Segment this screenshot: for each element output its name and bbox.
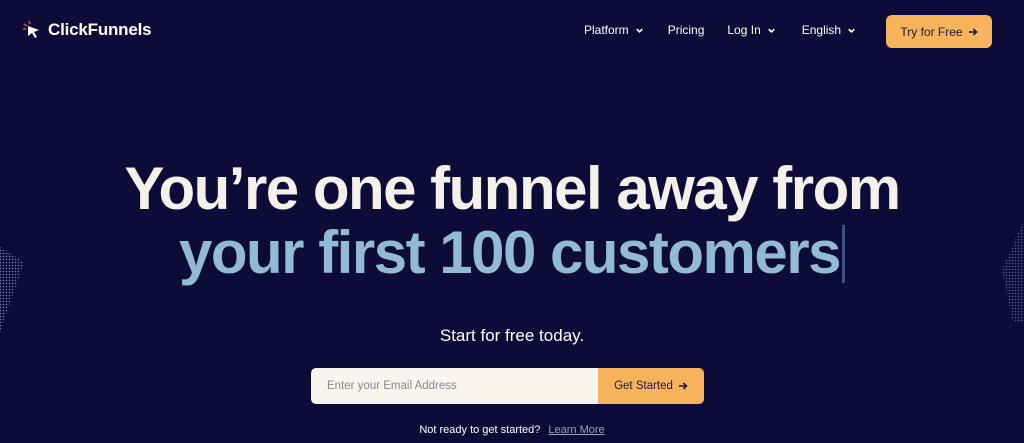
- hero-headline-highlight: your first 100 customers: [0, 222, 1024, 284]
- chevron-down-icon: [635, 28, 643, 33]
- learn-more-link[interactable]: Learn More: [548, 424, 604, 436]
- try-for-free-label: Try for Free: [900, 24, 963, 39]
- nav-item-pricing[interactable]: Pricing: [668, 23, 705, 37]
- hero-subheadline: Start for free today.: [439, 326, 585, 345]
- main-nav: Platform Pricing Log In English: [584, 23, 856, 37]
- typing-cursor: [841, 225, 845, 283]
- chevron-down-icon: [848, 28, 855, 33]
- get-started-button[interactable]: Get Started: [598, 368, 704, 404]
- nav-item-login[interactable]: Log In: [727, 23, 775, 37]
- nav-item-platform[interactable]: Platform: [584, 23, 644, 37]
- chevron-down-icon: [767, 28, 775, 33]
- nav-item-label: Platform: [584, 23, 629, 37]
- brand-name: ClickFunnels: [48, 20, 152, 39]
- email-field[interactable]: [311, 368, 598, 404]
- clickfunnels-logo-icon: [23, 20, 39, 38]
- brand-logo[interactable]: ClickFunnels: [22, 20, 152, 40]
- site-header: ClickFunnels Platform Pricing Log In Eng…: [0, 0, 1024, 62]
- landing-page: ClickFunnels Platform Pricing Log In Eng…: [0, 0, 1024, 443]
- arrow-right-icon: [968, 27, 978, 36]
- try-for-free-button[interactable]: Try for Free: [886, 15, 992, 48]
- email-signup-form: Get Started: [311, 368, 704, 404]
- learn-more-prompt: Not ready to get started? Learn More: [0, 424, 1024, 436]
- nav-item-language[interactable]: English: [802, 23, 856, 37]
- nav-item-label: Log In: [727, 23, 761, 37]
- not-ready-text: Not ready to get started?: [419, 424, 541, 436]
- get-started-label: Get Started: [614, 380, 673, 392]
- hero-headline-highlight-text: your first 100 customers: [179, 219, 841, 286]
- arrow-right-icon: [678, 382, 688, 390]
- nav-item-label: Pricing: [667, 23, 705, 37]
- nav-item-label: English: [801, 23, 842, 37]
- hero-headline: You’re one funnel away from: [124, 155, 901, 222]
